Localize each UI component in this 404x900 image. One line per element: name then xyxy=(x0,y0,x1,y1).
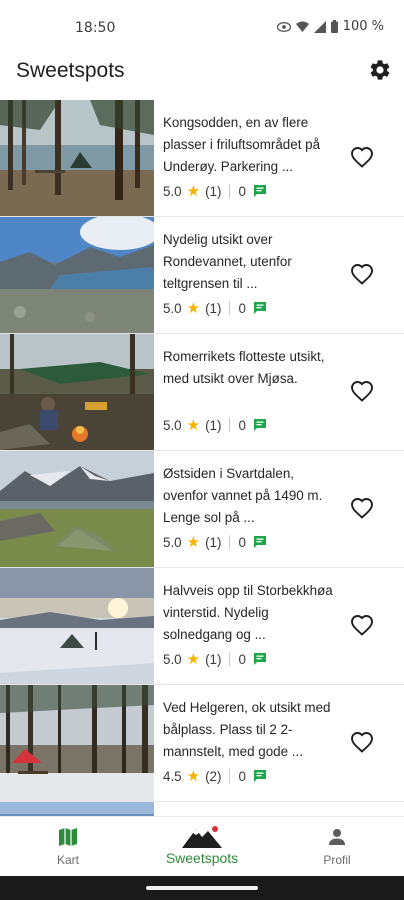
battery-level: 100 % xyxy=(342,19,384,34)
spot-image[interactable] xyxy=(0,334,154,450)
battery-icon xyxy=(330,20,338,33)
rating-count: (1) xyxy=(205,183,222,199)
app-bar: Sweetspots xyxy=(0,52,404,98)
map-icon xyxy=(59,828,77,846)
comment-count: 0 xyxy=(238,534,246,550)
comment-count: 0 xyxy=(238,651,246,667)
star-icon: ★ xyxy=(186,417,201,434)
spot-description: Ved Helgeren, ok utsikt med bålplass. Pl… xyxy=(163,700,331,759)
list-item[interactable]: Kongsodden, en av flere plasser i friluf… xyxy=(0,100,404,217)
person-icon xyxy=(329,829,345,845)
eye-icon xyxy=(276,21,291,32)
comment-icon xyxy=(253,419,266,431)
nav-label: Sweetspots xyxy=(165,850,239,866)
spot-description: Romerrikets flotteste utsikt, med utsikt… xyxy=(163,349,325,386)
spot-meta: 5.0 ★ (1) 0 xyxy=(163,650,267,668)
spot-meta: 5.0 ★ (1) 0 xyxy=(163,299,267,317)
heart-icon xyxy=(351,381,373,402)
wifi-icon xyxy=(295,21,309,32)
divider xyxy=(229,184,231,198)
comment-icon xyxy=(253,770,266,782)
status-bar: 18:50 100 % xyxy=(0,0,404,52)
heart-icon xyxy=(351,498,373,519)
list-item[interactable]: Nydelig utsikt over Rondevannet, utenfor… xyxy=(0,217,404,334)
nav-item-sweetspots[interactable]: Sweetspots xyxy=(152,817,252,877)
rating-value: 5.0 xyxy=(163,300,182,316)
comment-icon xyxy=(253,302,266,314)
spot-meta: 5.0 ★ (1) 0 xyxy=(163,416,267,434)
settings-button[interactable] xyxy=(368,58,392,82)
rating-count: (2) xyxy=(205,768,222,784)
favorite-button[interactable] xyxy=(350,146,376,170)
spot-image[interactable] xyxy=(0,451,154,567)
list-item[interactable] xyxy=(0,802,404,816)
spot-image[interactable] xyxy=(0,802,154,816)
heart-icon xyxy=(351,264,373,285)
nav-item-profil[interactable]: Profil xyxy=(307,817,367,877)
spot-meta: 5.0 ★ (1) 0 xyxy=(163,182,267,200)
rating-count: (1) xyxy=(205,651,222,667)
status-icons: 100 % xyxy=(276,19,384,34)
list-item[interactable]: Romerrikets flotteste utsikt, med utsikt… xyxy=(0,334,404,451)
nav-label: Profil xyxy=(323,853,351,867)
rating-value: 5.0 xyxy=(163,651,182,667)
comment-count: 0 xyxy=(238,768,246,784)
star-icon: ★ xyxy=(186,651,201,668)
system-gesture-bar xyxy=(0,876,404,900)
comment-icon xyxy=(253,185,266,197)
spot-image[interactable] xyxy=(0,217,154,333)
mountain-logo-icon xyxy=(182,826,222,848)
favorite-button[interactable] xyxy=(350,614,376,638)
rating-value: 4.5 xyxy=(163,768,182,784)
spot-image[interactable] xyxy=(0,685,154,801)
spot-meta: 4.5 ★ (2) 0 xyxy=(163,767,267,785)
sweetspot-list[interactable]: Kongsodden, en av flere plasser i friluf… xyxy=(0,100,404,816)
divider xyxy=(229,652,231,666)
list-item[interactable]: Halvveis opp til Storbekkhøa vinterstid.… xyxy=(0,568,404,685)
spot-image[interactable] xyxy=(0,568,154,684)
heart-icon xyxy=(351,615,373,636)
rating-count: (1) xyxy=(205,417,222,433)
home-gesture-handle[interactable] xyxy=(146,886,258,890)
divider xyxy=(229,418,231,432)
nav-label: Kart xyxy=(56,853,79,867)
favorite-button[interactable] xyxy=(350,380,376,404)
page-title: Sweetspots xyxy=(16,59,125,82)
rating-value: 5.0 xyxy=(163,417,182,433)
spot-description: Kongsodden, en av flere plasser i friluf… xyxy=(163,115,321,174)
favorite-button[interactable] xyxy=(350,263,376,287)
star-icon: ★ xyxy=(186,183,201,200)
star-icon: ★ xyxy=(186,768,201,785)
heart-icon xyxy=(351,147,373,168)
divider xyxy=(229,301,231,315)
rating-count: (1) xyxy=(205,300,222,316)
status-time: 18:50 xyxy=(75,20,116,36)
divider xyxy=(229,535,231,549)
rating-value: 5.0 xyxy=(163,534,182,550)
comment-count: 0 xyxy=(238,183,246,199)
star-icon: ★ xyxy=(186,300,201,317)
list-item[interactable]: Østsiden i Svartdalen, ovenfor vannet på… xyxy=(0,451,404,568)
rating-value: 5.0 xyxy=(163,183,182,199)
divider xyxy=(229,769,231,783)
comment-count: 0 xyxy=(238,417,246,433)
spot-description: Halvveis opp til Storbekkhøa vinterstid.… xyxy=(163,583,333,642)
comment-count: 0 xyxy=(238,300,246,316)
spot-description: Østsiden i Svartdalen, ovenfor vannet på… xyxy=(163,466,323,525)
comment-icon xyxy=(253,653,266,665)
star-icon: ★ xyxy=(186,534,201,551)
spot-description: Nydelig utsikt over Rondevannet, utenfor… xyxy=(163,232,292,291)
gear-icon xyxy=(370,60,390,80)
signal-icon xyxy=(313,20,326,33)
favorite-button[interactable] xyxy=(350,731,376,755)
spot-image[interactable] xyxy=(0,100,154,216)
comment-icon xyxy=(253,536,266,548)
bottom-navigation: Kart Sweetspots Profil xyxy=(0,816,404,876)
spot-meta: 5.0 ★ (1) 0 xyxy=(163,533,267,551)
rating-count: (1) xyxy=(205,534,222,550)
heart-icon xyxy=(351,732,373,753)
favorite-button[interactable] xyxy=(350,497,376,521)
list-item[interactable]: Ved Helgeren, ok utsikt med bålplass. Pl… xyxy=(0,685,404,802)
nav-item-kart[interactable]: Kart xyxy=(38,817,98,877)
